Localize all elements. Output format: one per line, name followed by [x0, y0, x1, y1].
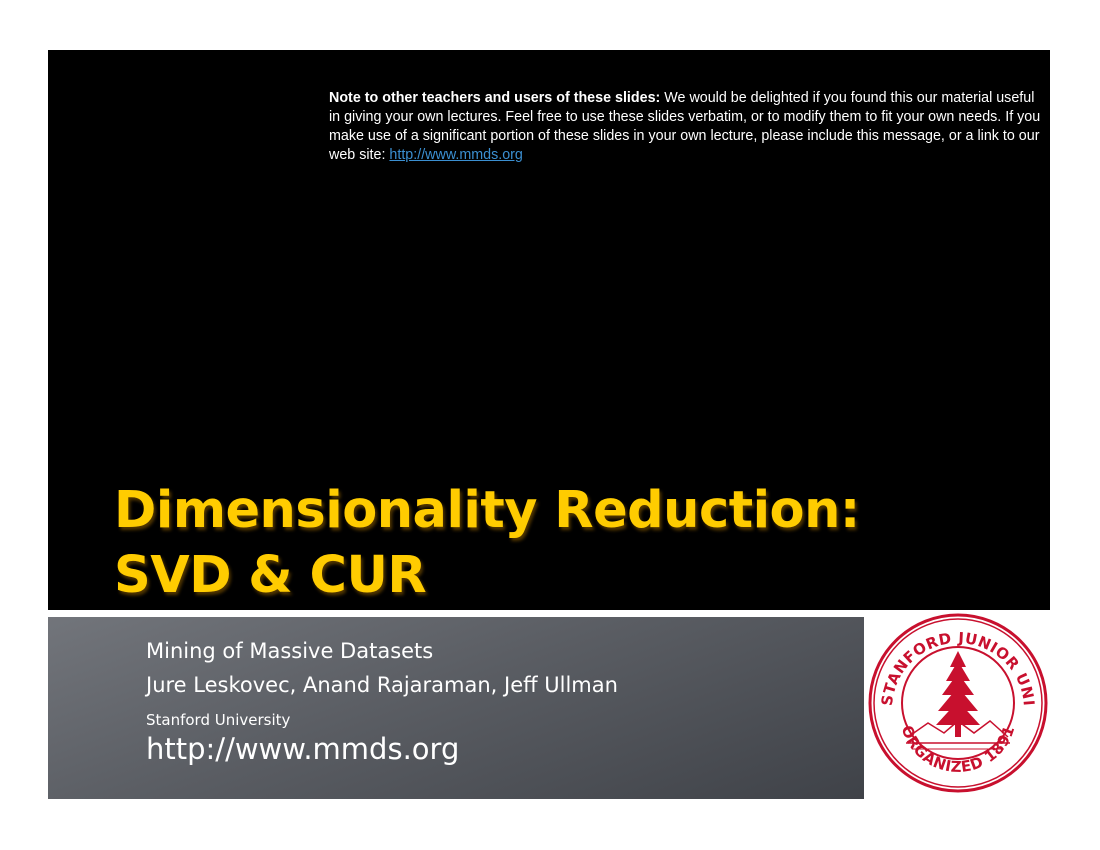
university: Stanford University — [146, 711, 291, 729]
website-url: http://www.mmds.org — [146, 732, 460, 766]
title-line-1: Dimensionality Reduction: — [114, 481, 860, 540]
title-line-2: SVD & CUR — [114, 546, 427, 605]
note-link[interactable]: http://www.mmds.org — [389, 147, 522, 163]
title-panel: Note to other teachers and users of thes… — [48, 50, 1050, 610]
course-name: Mining of Massive Datasets — [146, 639, 434, 663]
subtitle-panel: Mining of Massive Datasets Jure Leskovec… — [48, 617, 864, 799]
note-heading: Note to other teachers and users of thes… — [329, 90, 661, 106]
stanford-seal-icon: LELAND STANFORD JUNIOR UNIVERSITY ORGANI… — [866, 611, 1048, 793]
slide-title: Dimensionality Reduction: SVD & CUR — [114, 478, 860, 608]
authors: Jure Leskovec, Anand Rajaraman, Jeff Ull… — [146, 673, 618, 697]
teacher-note: Note to other teachers and users of thes… — [329, 89, 1049, 165]
slide: Note to other teachers and users of thes… — [0, 0, 1100, 850]
